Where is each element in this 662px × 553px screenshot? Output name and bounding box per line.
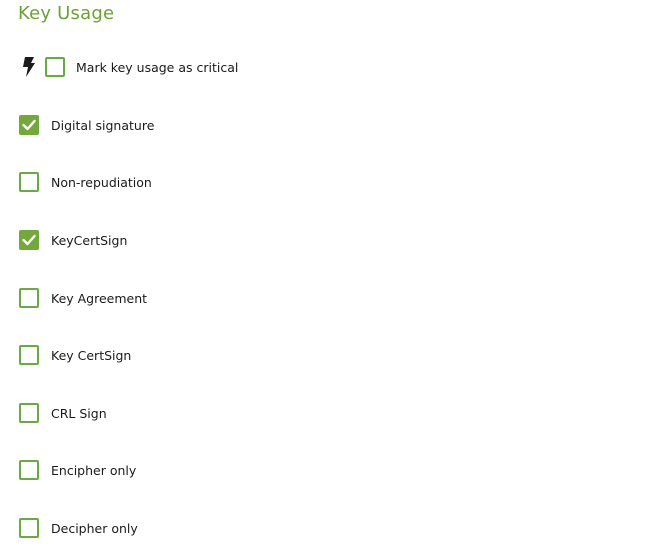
option-label: KeyCertSign	[51, 232, 128, 248]
option-label: Decipher only	[51, 520, 138, 536]
option-checkbox[interactable]	[19, 460, 39, 480]
option-label: Non-repudiation	[51, 174, 152, 190]
mark-critical-row: Mark key usage as critical	[23, 56, 238, 78]
option-checkbox[interactable]	[19, 518, 39, 538]
option-key-certsign[interactable]: Key CertSign	[19, 344, 131, 366]
option-checkbox[interactable]	[19, 288, 39, 308]
lightning-bolt-icon	[23, 56, 37, 78]
option-checkbox[interactable]	[19, 403, 39, 423]
option-checkbox[interactable]	[19, 172, 39, 192]
mark-critical-label: Mark key usage as critical	[76, 59, 239, 75]
option-encipher-only[interactable]: Encipher only	[19, 459, 136, 481]
option-label: Digital signature	[51, 117, 155, 133]
option-decipher-only[interactable]: Decipher only	[19, 517, 138, 539]
option-checkbox[interactable]	[19, 115, 39, 135]
option-label: CRL Sign	[51, 405, 107, 421]
option-label: Key CertSign	[51, 347, 132, 363]
option-digital-signature[interactable]: Digital signature	[19, 114, 154, 136]
option-non-repudiation[interactable]: Non-repudiation	[19, 171, 152, 193]
option-label: Key Agreement	[51, 290, 148, 306]
option-checkbox[interactable]	[19, 345, 39, 365]
option-label: Encipher only	[51, 462, 137, 478]
mark-critical-checkbox[interactable]	[45, 57, 65, 77]
option-checkbox[interactable]	[19, 230, 39, 250]
option-crl-sign[interactable]: CRL Sign	[19, 402, 107, 424]
section-title: Key Usage	[18, 3, 115, 24]
option-key-agreement[interactable]: Key Agreement	[19, 287, 147, 309]
option-keycertsign[interactable]: KeyCertSign	[19, 229, 127, 251]
